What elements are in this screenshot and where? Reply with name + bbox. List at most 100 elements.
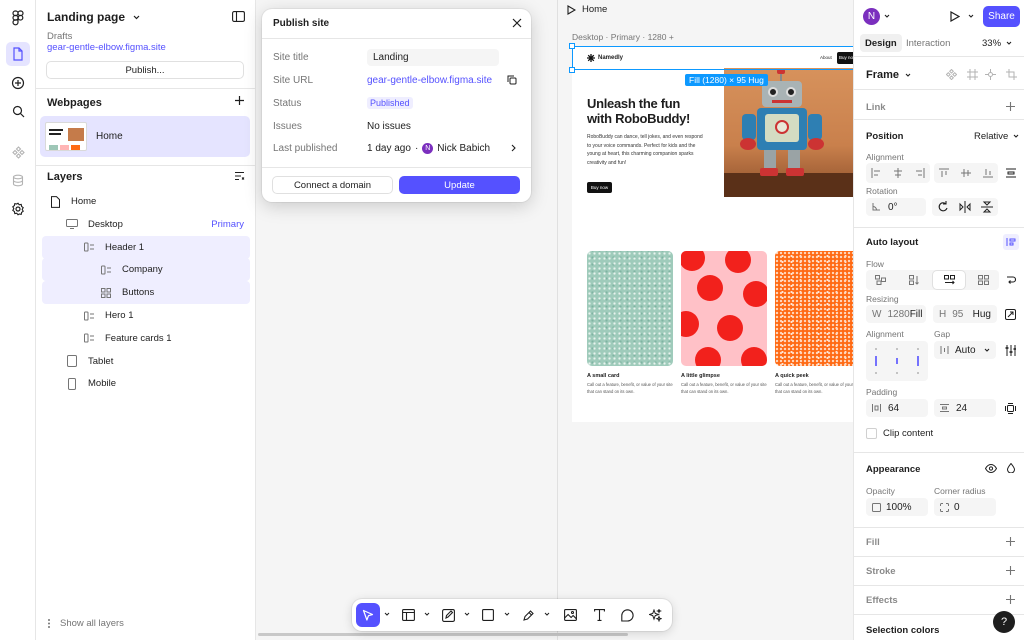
chevron-down-icon[interactable] xyxy=(543,609,551,619)
width-input[interactable]: W 1280 Fill xyxy=(866,305,926,323)
image-tool-icon[interactable] xyxy=(558,603,582,627)
site-frame[interactable]: Namedly About Buy no Unleash the fun wit… xyxy=(572,46,853,422)
align-left-icon[interactable] xyxy=(871,168,881,178)
layer-row[interactable]: Mobile xyxy=(42,372,250,395)
tab-design[interactable]: Design xyxy=(860,34,902,52)
flow-freeform-icon[interactable] xyxy=(875,275,886,285)
update-button[interactable]: Update xyxy=(399,176,520,194)
blend-mode-icon[interactable] xyxy=(1006,463,1016,473)
figma-logo-icon[interactable] xyxy=(6,6,30,30)
align-middle-icon[interactable] xyxy=(961,168,971,178)
chevron-down-icon[interactable] xyxy=(884,14,890,19)
horizontal-scrollbar[interactable] xyxy=(258,633,628,636)
visibility-icon[interactable] xyxy=(985,464,997,473)
add-effect-icon[interactable] xyxy=(1005,594,1016,605)
align-right-icon[interactable] xyxy=(915,168,925,178)
flow-grid-icon[interactable] xyxy=(978,275,989,285)
frame-type-select[interactable]: Frame xyxy=(866,69,911,81)
auto-layout-toggle-icon[interactable] xyxy=(1003,234,1019,250)
settings-icon[interactable] xyxy=(6,197,30,221)
site-url-link[interactable]: gear-gentle-elbow.figma.site xyxy=(47,42,166,53)
add-fill-icon[interactable] xyxy=(1005,536,1016,547)
layer-row[interactable]: Tablet xyxy=(42,350,250,373)
align-bottom-icon[interactable] xyxy=(983,168,993,178)
rotation-input[interactable]: 0° xyxy=(866,198,926,216)
move-tool-icon[interactable] xyxy=(356,603,380,627)
share-button[interactable]: Share xyxy=(983,6,1020,27)
constraints-icon[interactable] xyxy=(1005,309,1016,320)
frame-grid-icon[interactable] xyxy=(967,69,978,80)
add-webpage-icon[interactable] xyxy=(234,95,245,106)
site-title-input[interactable]: Landing xyxy=(367,48,499,66)
chevron-down-icon[interactable] xyxy=(383,609,391,619)
dialog-row-last-published[interactable]: Last published 1 day ago · N Nick Babich xyxy=(273,140,520,156)
zoom-control[interactable]: 33% xyxy=(982,38,1012,49)
flip-horizontal-icon[interactable] xyxy=(959,201,971,213)
selection-handle[interactable] xyxy=(569,67,575,73)
layer-row[interactable]: Feature cards 1 xyxy=(42,327,250,350)
frame-tool-icon[interactable] xyxy=(396,603,420,627)
crop-icon[interactable] xyxy=(1006,69,1017,80)
wrap-icon[interactable] xyxy=(1006,275,1016,285)
chevron-down-icon[interactable] xyxy=(968,14,974,19)
layer-row[interactable]: Desktop Primary xyxy=(42,213,250,236)
help-button[interactable]: ? xyxy=(993,611,1015,633)
close-icon[interactable] xyxy=(512,18,522,28)
chevron-down-icon[interactable] xyxy=(423,609,431,619)
layer-row[interactable]: Buttons xyxy=(42,281,250,305)
padding-vertical-input[interactable]: 24 xyxy=(934,399,996,417)
breadcrumb[interactable]: Home xyxy=(567,4,607,15)
user-avatar[interactable]: N xyxy=(863,8,880,25)
sidebar-toggle-icon[interactable] xyxy=(232,11,245,22)
rotate-icon[interactable] xyxy=(937,201,949,213)
opacity-input[interactable]: 100% xyxy=(866,498,928,516)
tab-interaction[interactable]: Interaction xyxy=(906,38,950,49)
add-stroke-icon[interactable] xyxy=(1005,565,1016,576)
layers-filter-icon[interactable] xyxy=(234,171,245,181)
alignment-grid[interactable] xyxy=(866,341,928,381)
webpage-item-home[interactable]: Home xyxy=(40,116,250,157)
align-center-h-icon[interactable] xyxy=(893,168,903,178)
chevron-down-icon[interactable] xyxy=(463,609,471,619)
height-input[interactable]: H 95 Hug xyxy=(933,305,997,323)
publish-button[interactable]: Publish... xyxy=(46,61,244,79)
individual-padding-icon[interactable] xyxy=(1005,403,1016,414)
layer-row[interactable]: Hero 1 xyxy=(42,304,250,327)
rectangle-tool-icon[interactable] xyxy=(476,603,500,627)
search-icon[interactable] xyxy=(6,99,30,123)
layer-row[interactable]: Company xyxy=(42,258,250,282)
components-icon[interactable] xyxy=(946,69,957,80)
position-select[interactable]: Relative xyxy=(974,131,1019,142)
corner-radius-input[interactable]: 0 xyxy=(934,498,996,516)
pen-tool-icon[interactable] xyxy=(436,603,460,627)
layer-row[interactable]: Home xyxy=(42,190,250,213)
frame-label[interactable]: Desktop · Primary · 1280 + xyxy=(572,32,674,42)
clip-content-checkbox[interactable] xyxy=(866,428,877,439)
show-all-layers[interactable]: Show all layers xyxy=(47,618,124,629)
copy-icon[interactable] xyxy=(507,75,517,85)
layer-row[interactable]: Header 1 xyxy=(42,235,250,259)
components-icon[interactable] xyxy=(6,140,30,164)
pages-icon[interactable] xyxy=(6,42,30,66)
file-title[interactable]: Landing page xyxy=(47,10,140,24)
text-tool-icon[interactable] xyxy=(587,603,611,627)
pencil-tool-icon[interactable] xyxy=(516,603,540,627)
layout-settings-icon[interactable] xyxy=(1005,345,1016,356)
play-icon[interactable] xyxy=(950,11,960,22)
align-top-icon[interactable] xyxy=(939,168,949,178)
ai-tool-icon[interactable] xyxy=(643,603,667,627)
add-link-icon[interactable] xyxy=(1005,101,1016,112)
selection-handle[interactable] xyxy=(569,43,575,49)
flip-vertical-icon[interactable] xyxy=(981,201,993,213)
assets-icon[interactable] xyxy=(6,168,30,192)
add-icon[interactable] xyxy=(6,71,30,95)
connect-domain-button[interactable]: Connect a domain xyxy=(272,176,393,194)
flow-vertical-icon[interactable] xyxy=(909,275,920,285)
site-url-value[interactable]: gear-gentle-elbow.figma.site xyxy=(367,75,492,86)
hero-cta-button[interactable]: Buy now xyxy=(587,182,612,193)
flow-horizontal-icon[interactable] xyxy=(933,271,965,289)
comment-tool-icon[interactable] xyxy=(615,603,639,627)
gap-select[interactable]: Auto xyxy=(934,341,996,359)
component-create-icon[interactable] xyxy=(985,69,996,80)
chevron-down-icon[interactable] xyxy=(503,609,511,619)
